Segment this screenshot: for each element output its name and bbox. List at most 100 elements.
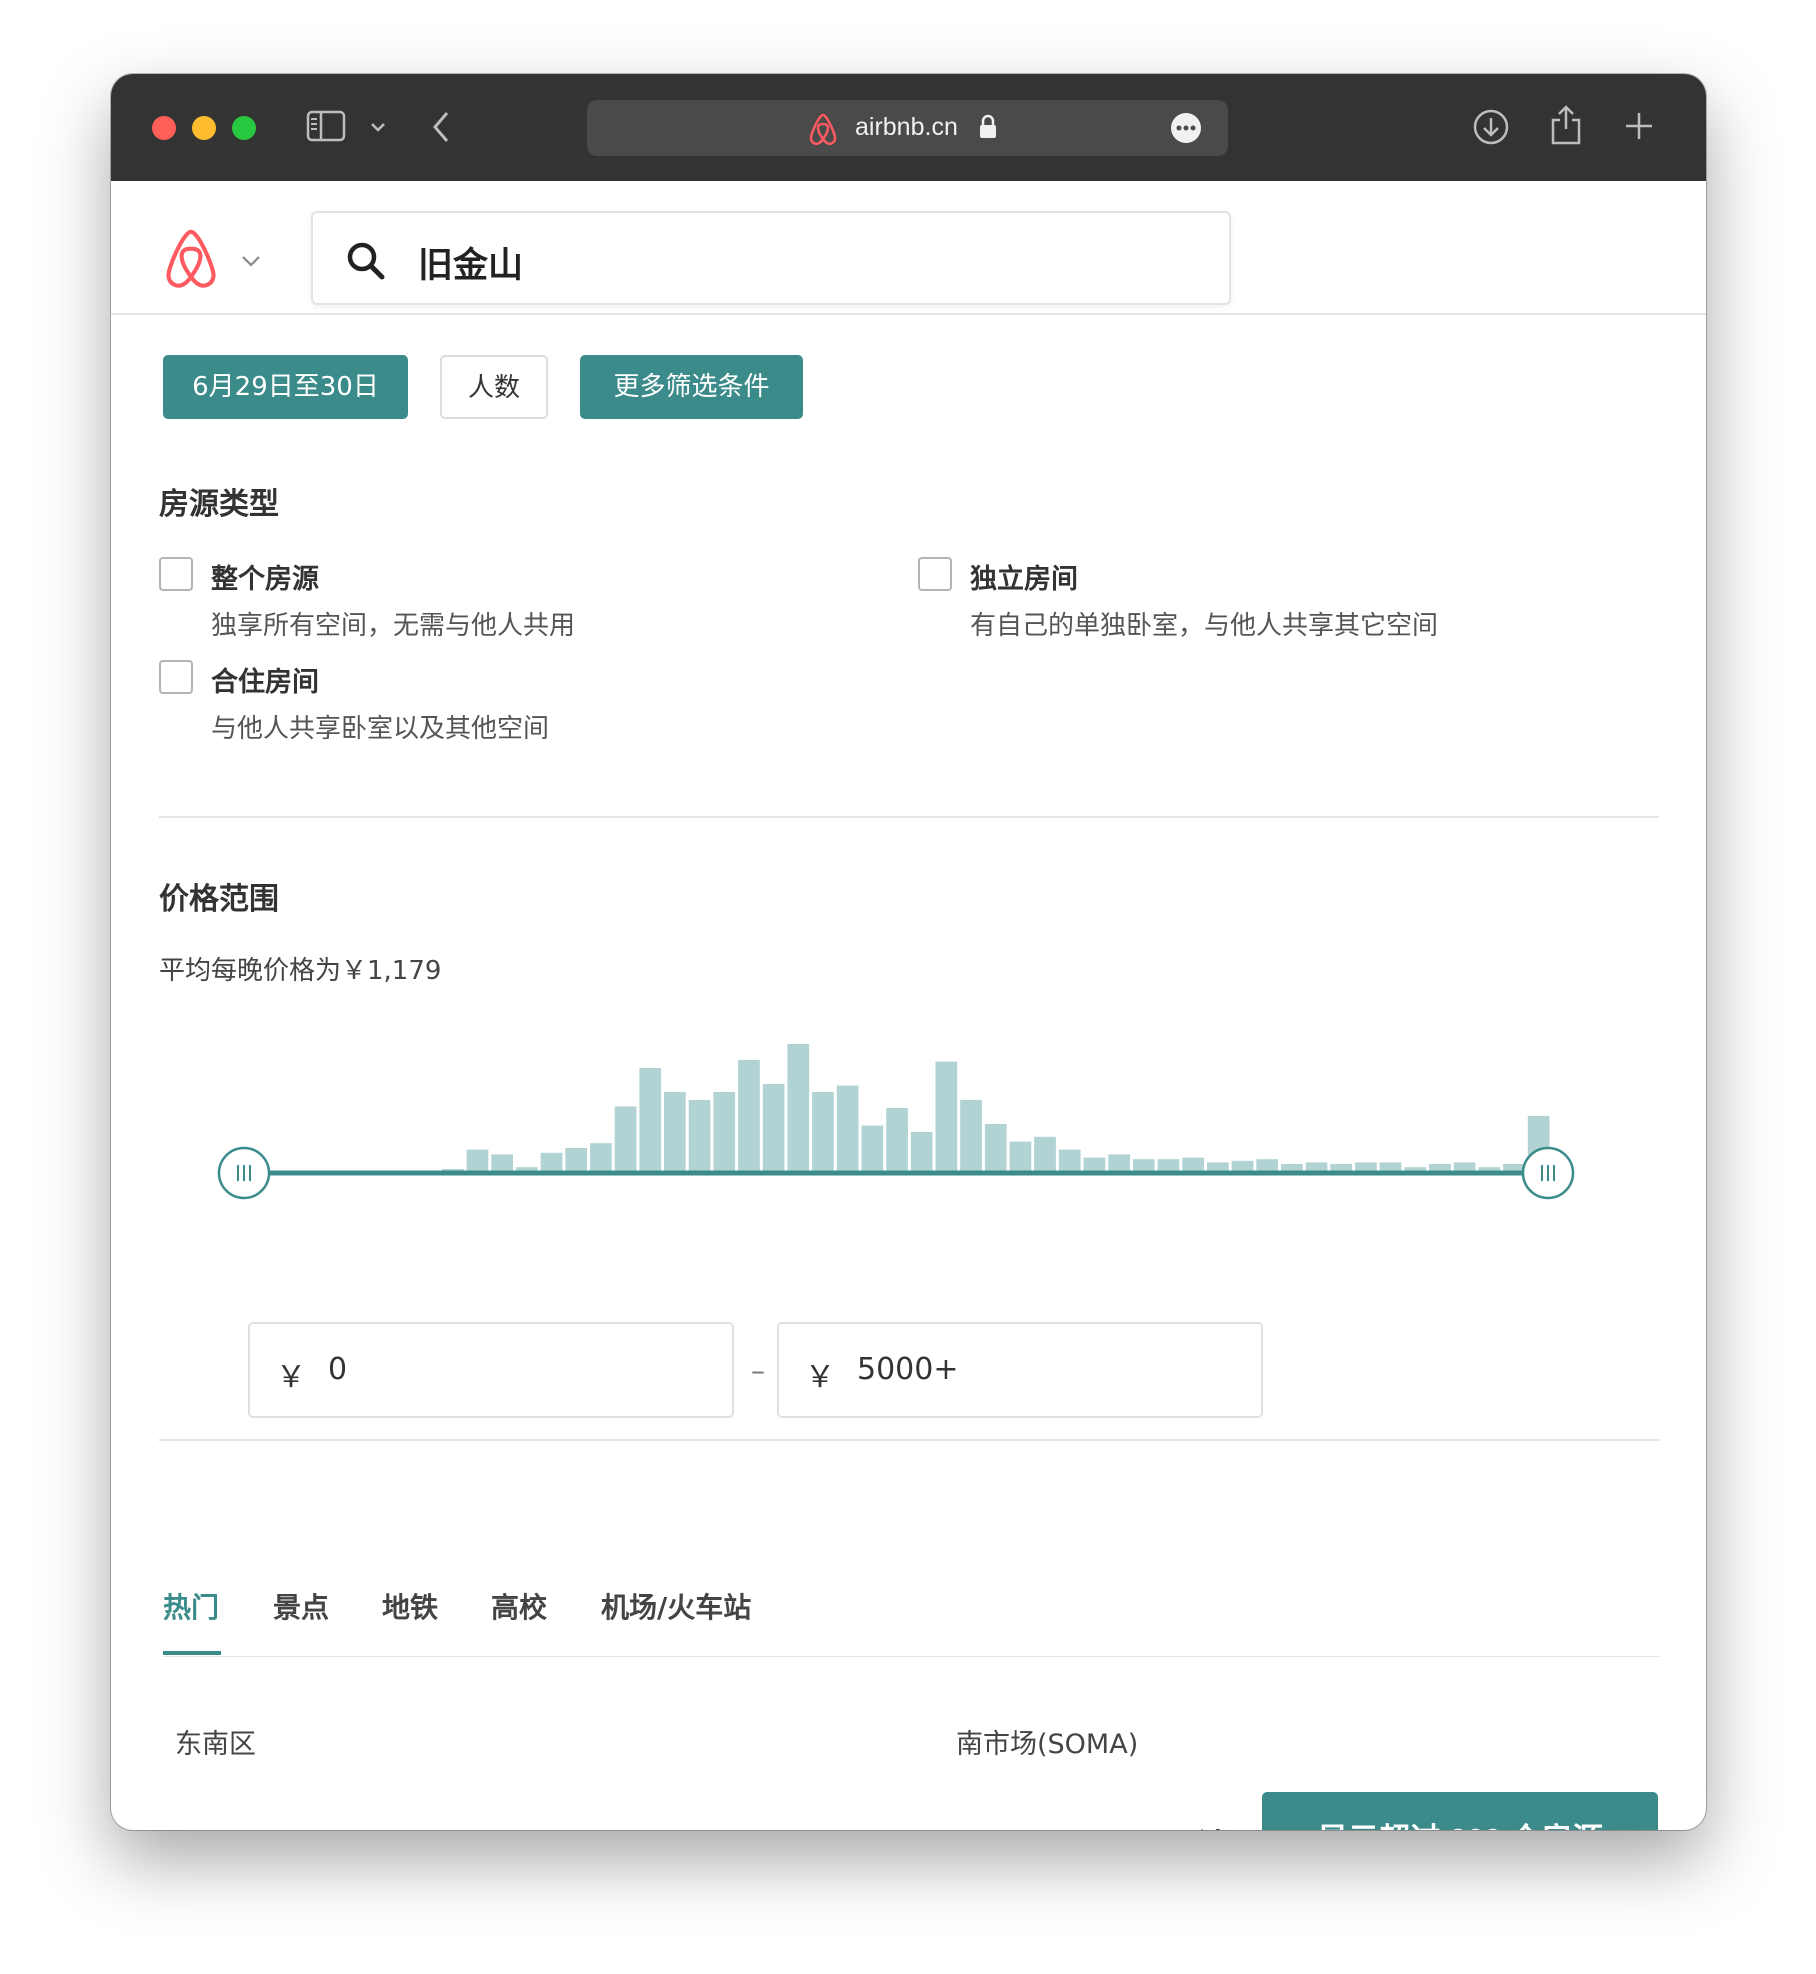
private-room-label: 独立房间 bbox=[970, 564, 1078, 595]
histogram-bar bbox=[688, 1100, 711, 1172]
share-icon[interactable] bbox=[1549, 102, 1583, 146]
browser-titlebar: airbnb.cn bbox=[111, 74, 1706, 181]
histogram-bar bbox=[1355, 1162, 1377, 1172]
site-header: 旧金山 bbox=[111, 181, 1706, 315]
histogram-bar bbox=[540, 1152, 563, 1172]
minimize-window-button[interactable] bbox=[192, 116, 216, 140]
histogram-bar bbox=[787, 1044, 810, 1172]
price-range-title: 价格范围 bbox=[159, 882, 279, 917]
histogram-bar bbox=[960, 1100, 982, 1172]
histogram-bar bbox=[1379, 1162, 1402, 1172]
histogram-bar bbox=[639, 1068, 662, 1172]
min-price-handle[interactable] bbox=[217, 1146, 271, 1200]
sidebar-icon[interactable] bbox=[306, 109, 346, 143]
more-filters-button[interactable]: 更多筛选条件 bbox=[580, 355, 803, 419]
shared-room-desc: 与他人共享卧室以及其他空间 bbox=[211, 714, 550, 744]
chevron-down-icon[interactable] bbox=[369, 120, 387, 134]
section-divider bbox=[159, 816, 1659, 818]
price-separator: – bbox=[751, 1354, 765, 1387]
histogram-bar bbox=[1478, 1167, 1501, 1172]
shared-room-checkbox[interactable] bbox=[159, 660, 193, 694]
histogram-bar bbox=[614, 1106, 637, 1172]
histogram-bar bbox=[910, 1132, 933, 1172]
histogram-bar bbox=[1034, 1136, 1056, 1172]
shared-room-label: 合住房间 bbox=[211, 667, 319, 698]
histogram-bar bbox=[466, 1149, 489, 1172]
histogram-bar bbox=[590, 1143, 612, 1172]
url-text: airbnb.cn bbox=[855, 113, 958, 141]
histogram-bar bbox=[1207, 1162, 1229, 1172]
histogram-bar bbox=[1133, 1159, 1155, 1172]
more-icon[interactable] bbox=[1170, 112, 1202, 144]
histogram-bar bbox=[713, 1092, 736, 1172]
histogram-bar bbox=[984, 1124, 1007, 1172]
min-currency-symbol: ￥ bbox=[276, 1360, 306, 1395]
close-window-button[interactable] bbox=[152, 116, 176, 140]
guests-filter-button[interactable]: 人数 bbox=[440, 355, 548, 419]
search-query: 旧金山 bbox=[418, 246, 524, 286]
location-item[interactable]: 南市场(SOMA) bbox=[956, 1722, 1138, 1761]
airbnb-logo-icon bbox=[809, 113, 837, 146]
histogram-bar bbox=[1281, 1164, 1303, 1172]
search-input[interactable]: 旧金山 bbox=[311, 211, 1231, 305]
histogram-bar bbox=[1429, 1164, 1451, 1172]
search-icon bbox=[347, 242, 385, 280]
histogram-bar bbox=[935, 1061, 958, 1172]
max-price-input[interactable]: ￥ 5000+ bbox=[777, 1322, 1263, 1418]
entire-place-checkbox[interactable] bbox=[159, 557, 193, 591]
histogram-bar bbox=[861, 1125, 884, 1172]
max-currency-symbol: ￥ bbox=[805, 1360, 835, 1395]
download-icon[interactable] bbox=[1472, 108, 1510, 146]
chevron-down-icon[interactable] bbox=[240, 253, 262, 269]
histogram-bar bbox=[1157, 1159, 1180, 1172]
airbnb-logo-icon[interactable] bbox=[161, 226, 221, 290]
address-bar[interactable]: airbnb.cn bbox=[587, 100, 1228, 156]
histogram-bar bbox=[1503, 1164, 1525, 1172]
histogram-bar bbox=[812, 1092, 834, 1172]
tabs-divider bbox=[163, 1656, 1659, 1657]
histogram-bar bbox=[738, 1060, 760, 1172]
histogram-bar bbox=[491, 1154, 513, 1172]
histogram-bar bbox=[441, 1169, 464, 1172]
histogram-bar bbox=[836, 1085, 859, 1172]
location-item[interactable]: 东南区 bbox=[175, 1722, 256, 1761]
average-price-text: 平均每晚价格为￥1,179 bbox=[159, 956, 442, 986]
histogram-bar bbox=[1058, 1149, 1081, 1172]
section-divider bbox=[159, 1439, 1659, 1441]
max-price-handle[interactable] bbox=[1521, 1146, 1575, 1200]
dates-filter-button[interactable]: 6月29日至30日 bbox=[163, 355, 408, 419]
histogram-bar bbox=[1305, 1162, 1328, 1172]
tab-attractions[interactable]: 景点 bbox=[273, 1586, 329, 1626]
lock-icon bbox=[980, 114, 996, 138]
tab-popular[interactable]: 热门 bbox=[163, 1586, 219, 1626]
histogram-bar bbox=[1083, 1157, 1106, 1172]
property-type-title: 房源类型 bbox=[159, 487, 279, 522]
histogram-bar bbox=[1231, 1160, 1254, 1172]
plus-icon[interactable] bbox=[1623, 110, 1655, 142]
min-price-value: 0 bbox=[328, 1352, 348, 1387]
histogram-bar bbox=[516, 1167, 538, 1172]
tab-universities[interactable]: 高校 bbox=[491, 1586, 547, 1626]
max-price-value: 5000+ bbox=[857, 1352, 959, 1387]
private-room-checkbox[interactable] bbox=[918, 557, 952, 591]
back-arrow-icon[interactable] bbox=[429, 109, 453, 145]
histogram-bar bbox=[1009, 1141, 1032, 1172]
tab-subway[interactable]: 地铁 bbox=[382, 1586, 438, 1626]
active-tab-indicator bbox=[163, 1651, 221, 1655]
entire-place-desc: 独享所有空间，无需与他人共用 bbox=[211, 611, 576, 641]
histogram-bar bbox=[1453, 1162, 1476, 1172]
maximize-window-button[interactable] bbox=[232, 116, 256, 140]
histogram-bar bbox=[1108, 1154, 1130, 1172]
histogram-bar bbox=[1182, 1157, 1204, 1172]
histogram-bar bbox=[1527, 1116, 1550, 1172]
tab-airport-station[interactable]: 机场/火车站 bbox=[601, 1586, 751, 1626]
private-room-desc: 有自己的单独卧室，与他人共享其它空间 bbox=[970, 611, 1439, 641]
min-price-input[interactable]: ￥ 0 bbox=[248, 1322, 734, 1418]
histogram-bar bbox=[1404, 1167, 1427, 1172]
histogram-bar bbox=[1256, 1159, 1278, 1172]
show-results-button[interactable]: 显示超过 300 个房源 bbox=[1262, 1792, 1658, 1830]
cancel-button[interactable]: 取消 bbox=[1167, 1820, 1229, 1830]
browser-window: airbnb.cn 旧金山 6月29日至30日 人数 更多筛选条件 房源类型 整… bbox=[111, 74, 1706, 1830]
histogram-bar bbox=[886, 1108, 908, 1172]
entire-place-label: 整个房源 bbox=[211, 564, 319, 595]
